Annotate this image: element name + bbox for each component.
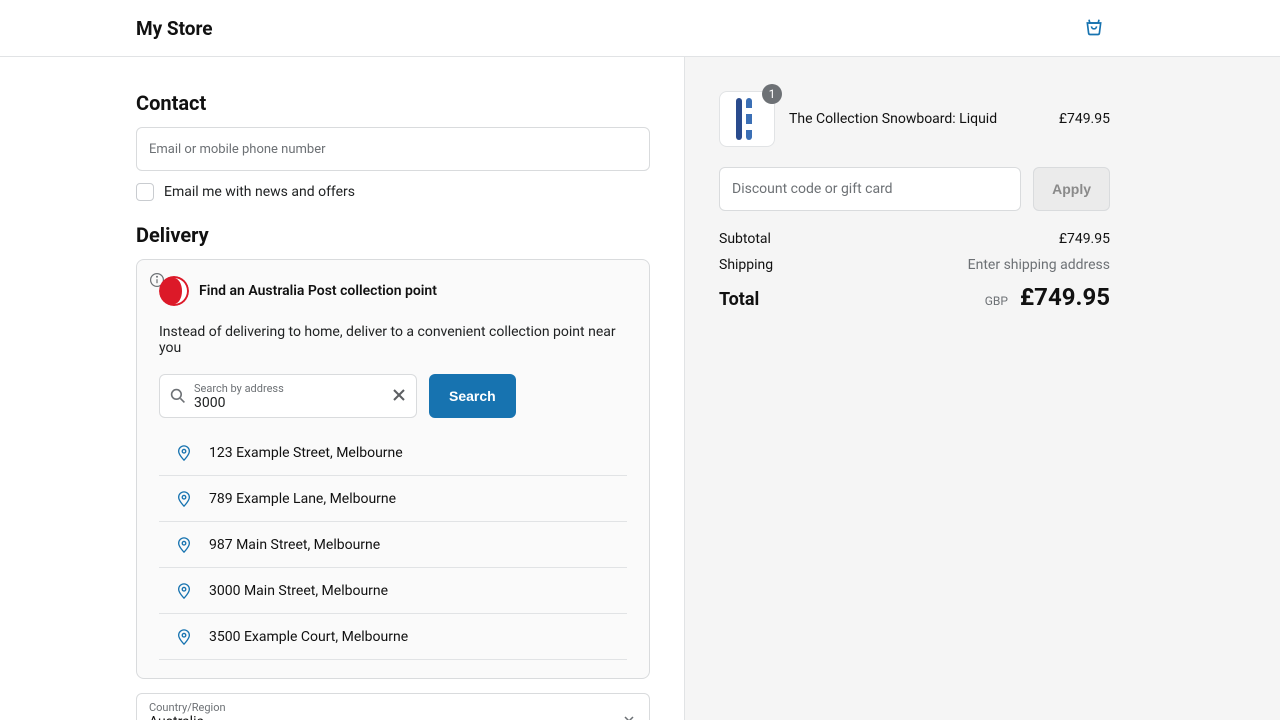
discount-placeholder: Discount code or gift card	[732, 181, 893, 197]
offers-checkbox[interactable]	[136, 183, 154, 201]
list-item[interactable]: 789 Example Lane, Melbourne	[159, 476, 627, 522]
search-label: Search by address	[194, 382, 384, 395]
shipping-label: Shipping	[719, 257, 773, 273]
chevron-down-icon	[623, 710, 635, 720]
result-address: 123 Example Street, Melbourne	[209, 445, 403, 461]
search-value: 3000	[194, 395, 384, 411]
email-field[interactable]: Email or mobile phone number	[136, 127, 650, 171]
result-address: 3000 Main Street, Melbourne	[209, 583, 388, 599]
result-address: 3500 Example Court, Melbourne	[209, 629, 408, 645]
quantity-badge: 1	[762, 84, 782, 104]
location-pin-icon	[177, 445, 191, 461]
list-item[interactable]: 123 Example Street, Melbourne	[159, 430, 627, 476]
location-pin-icon	[177, 583, 191, 599]
total-value: £749.95	[1020, 283, 1110, 311]
list-item[interactable]: 3500 Example Court, Melbourne	[159, 614, 627, 660]
country-label: Country/Region	[149, 701, 637, 714]
location-pin-icon	[177, 491, 191, 507]
location-pin-icon	[177, 629, 191, 645]
location-pin-icon	[177, 537, 191, 553]
product-name: The Collection Snowboard: Liquid	[789, 111, 1045, 127]
collection-title: Find an Australia Post collection point	[199, 283, 437, 299]
subtotal-value: £749.95	[1059, 231, 1110, 247]
cart-icon[interactable]	[1084, 18, 1104, 38]
email-placeholder: Email or mobile phone number	[149, 142, 326, 157]
collection-desc: Instead of delivering to home, deliver t…	[159, 324, 627, 356]
apply-button[interactable]: Apply	[1033, 167, 1110, 211]
address-search-input[interactable]: Search by address 3000	[159, 374, 417, 418]
contact-heading: Contact	[136, 91, 650, 115]
list-item[interactable]: 987 Main Street, Melbourne	[159, 522, 627, 568]
snowboard-icon	[732, 96, 762, 142]
offers-label: Email me with news and offers	[164, 184, 355, 200]
clear-search-icon[interactable]	[392, 387, 406, 406]
result-address: 987 Main Street, Melbourne	[209, 537, 380, 553]
search-results: 123 Example Street, Melbourne 789 Exampl…	[159, 430, 627, 660]
list-item[interactable]: 3000 Main Street, Melbourne	[159, 568, 627, 614]
delivery-heading: Delivery	[136, 223, 650, 247]
currency-code: GBP	[985, 294, 1008, 308]
discount-code-input[interactable]: Discount code or gift card	[719, 167, 1021, 211]
search-icon	[170, 388, 186, 404]
product-price: £749.95	[1059, 111, 1110, 127]
checkout-form: Contact Email or mobile phone number Ema…	[0, 57, 684, 720]
country-value: Australia	[149, 714, 637, 720]
collection-point-card: Find an Australia Post collection point …	[136, 259, 650, 679]
page-header: My Store	[0, 0, 1280, 57]
subtotal-label: Subtotal	[719, 231, 771, 247]
shipping-value: Enter shipping address	[968, 257, 1110, 273]
result-address: 789 Example Lane, Melbourne	[209, 491, 396, 507]
total-label: Total	[719, 289, 759, 310]
order-summary: 1 The Collection Snowboard: Liquid £749.…	[684, 57, 1280, 720]
country-select[interactable]: Country/Region Australia	[136, 693, 650, 720]
store-name[interactable]: My Store	[136, 17, 213, 40]
product-thumbnail: 1	[719, 91, 775, 147]
search-button[interactable]: Search	[429, 374, 516, 418]
auspost-logo-icon	[159, 276, 189, 306]
